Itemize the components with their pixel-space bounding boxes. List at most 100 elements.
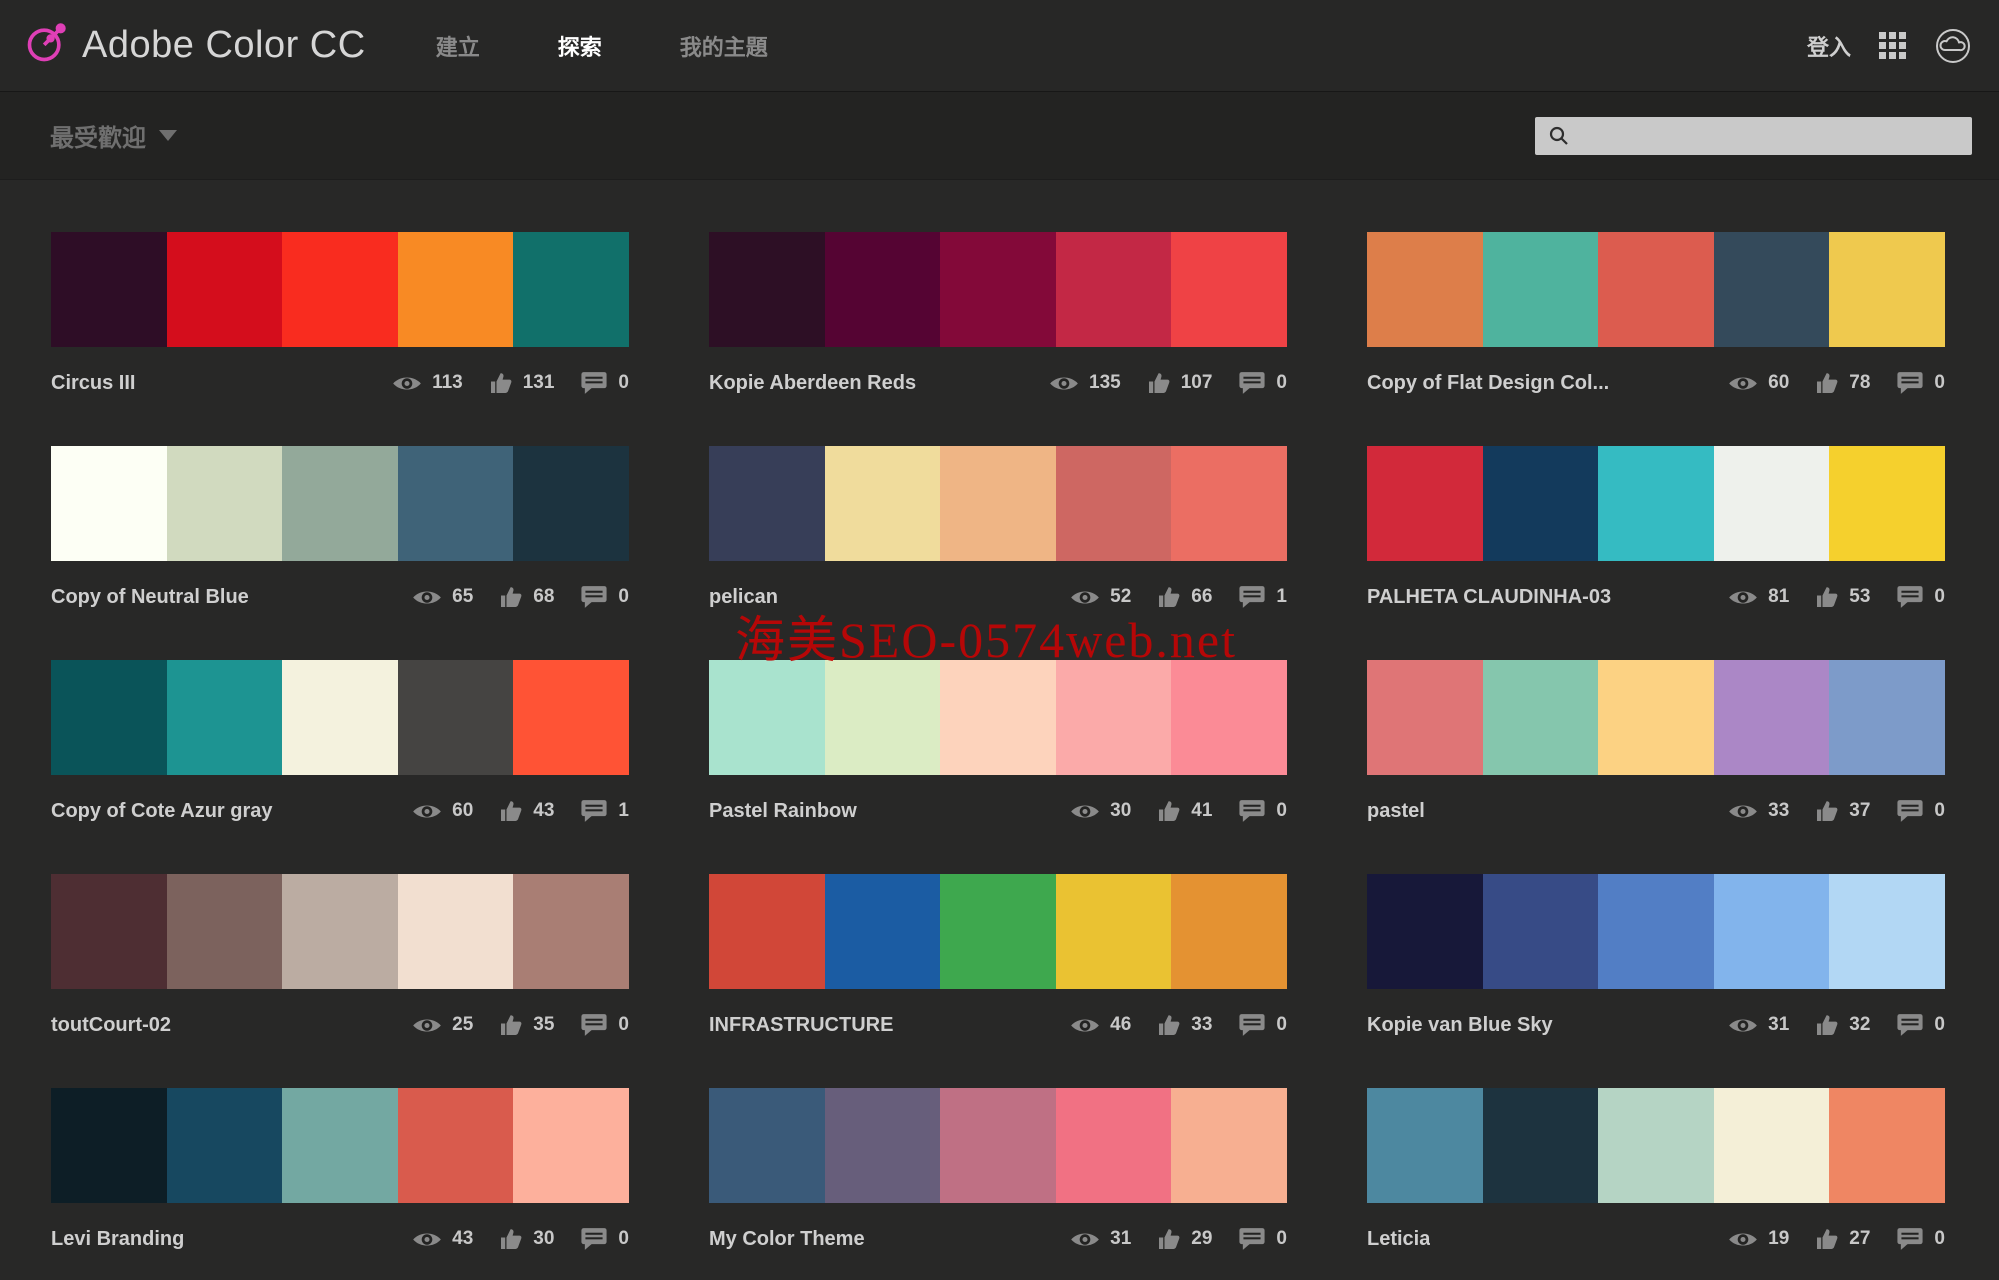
palette-card[interactable]: Copy of Neutral Blue 65 68 [51,446,629,611]
swatch[interactable] [940,1088,1056,1203]
palette-card[interactable]: Circus III 113 131 [51,232,629,397]
swatch[interactable] [1171,446,1287,561]
swatch[interactable] [1367,1088,1483,1203]
palette-card[interactable]: Copy of Cote Azur gray 60 43 [51,660,629,825]
palette-card[interactable]: pelican 52 66 [709,446,1287,611]
creative-cloud-icon[interactable] [1935,28,1971,64]
swatch[interactable] [513,232,629,347]
swatch-row[interactable] [51,874,629,989]
palette-card[interactable]: toutCourt-02 25 35 [51,874,629,1039]
likes-stat[interactable]: 107 [1147,371,1213,395]
palette-title[interactable]: pelican [709,586,778,609]
swatch[interactable] [1598,1088,1714,1203]
palette-card[interactable]: INFRASTRUCTURE 46 33 [709,874,1287,1039]
comments-stat[interactable]: 0 [1896,799,1945,823]
swatch[interactable] [282,874,398,989]
likes-stat[interactable]: 30 [499,1227,554,1251]
likes-stat[interactable]: 66 [1157,585,1212,609]
swatch-row[interactable] [709,232,1287,347]
comments-stat[interactable]: 0 [1238,799,1287,823]
palette-card[interactable]: pastel 33 37 [1367,660,1945,825]
swatch[interactable] [513,660,629,775]
palette-title[interactable]: Circus III [51,372,135,395]
swatch[interactable] [282,446,398,561]
swatch-row[interactable] [51,1088,629,1203]
swatch[interactable] [709,446,825,561]
comments-stat[interactable]: 1 [1238,585,1287,609]
palette-card[interactable]: My Color Theme 31 29 [709,1088,1287,1253]
likes-stat[interactable]: 78 [1815,371,1870,395]
swatch[interactable] [940,660,1056,775]
palette-title[interactable]: Copy of Neutral Blue [51,586,249,609]
swatch[interactable] [1598,446,1714,561]
swatch[interactable] [1367,232,1483,347]
likes-stat[interactable]: 33 [1157,1013,1212,1037]
swatch[interactable] [167,1088,283,1203]
comments-stat[interactable]: 0 [580,585,629,609]
swatch-row[interactable] [709,446,1287,561]
comments-stat[interactable]: 0 [1238,1227,1287,1251]
palette-card[interactable]: Leticia 19 27 [1367,1088,1945,1253]
swatch[interactable] [709,1088,825,1203]
swatch-row[interactable] [709,874,1287,989]
swatch-row[interactable] [1367,446,1945,561]
swatch[interactable] [1171,874,1287,989]
swatch-row[interactable] [709,660,1287,775]
swatch[interactable] [1598,660,1714,775]
swatch[interactable] [51,232,167,347]
comments-stat[interactable]: 0 [1896,585,1945,609]
swatch[interactable] [1483,232,1599,347]
nav-item-explore[interactable]: 探索 [558,30,602,62]
swatch[interactable] [51,446,167,561]
swatch[interactable] [1714,874,1830,989]
likes-stat[interactable]: 27 [1815,1227,1870,1251]
swatch[interactable] [709,660,825,775]
swatch[interactable] [167,446,283,561]
swatch[interactable] [1483,1088,1599,1203]
likes-stat[interactable]: 37 [1815,799,1870,823]
palette-card[interactable]: Pastel Rainbow 30 41 [709,660,1287,825]
swatch[interactable] [398,232,514,347]
swatch[interactable] [1483,874,1599,989]
swatch[interactable] [1714,446,1830,561]
swatch[interactable] [51,1088,167,1203]
swatch[interactable] [709,232,825,347]
swatch[interactable] [1483,660,1599,775]
palette-title[interactable]: Copy of Flat Design Col... [1367,372,1609,395]
palette-card[interactable]: PALHETA CLAUDINHA-03 81 53 [1367,446,1945,611]
swatch[interactable] [167,660,283,775]
swatch[interactable] [398,874,514,989]
swatch-row[interactable] [1367,232,1945,347]
swatch[interactable] [282,660,398,775]
likes-stat[interactable]: 43 [499,799,554,823]
swatch[interactable] [1829,660,1945,775]
swatch[interactable] [825,874,941,989]
swatch[interactable] [1483,446,1599,561]
palette-title[interactable]: INFRASTRUCTURE [709,1014,893,1037]
palette-title[interactable]: Kopie Aberdeen Reds [709,372,916,395]
swatch-row[interactable] [709,1088,1287,1203]
swatch[interactable] [51,660,167,775]
palette-card[interactable]: Kopie Aberdeen Reds 135 107 [709,232,1287,397]
swatch[interactable] [1171,660,1287,775]
palette-card[interactable]: Copy of Flat Design Col... 60 78 [1367,232,1945,397]
swatch[interactable] [1056,660,1172,775]
sort-dropdown[interactable]: 最受歡迎 [50,118,177,153]
swatch[interactable] [1171,232,1287,347]
swatch[interactable] [825,232,941,347]
swatch[interactable] [825,446,941,561]
swatch[interactable] [513,446,629,561]
sign-in-button[interactable]: 登入 [1807,30,1851,62]
likes-stat[interactable]: 29 [1157,1227,1212,1251]
swatch[interactable] [1367,446,1483,561]
palette-title[interactable]: PALHETA CLAUDINHA-03 [1367,586,1611,609]
apps-grid-icon[interactable] [1879,32,1907,60]
swatch[interactable] [1367,660,1483,775]
swatch[interactable] [51,874,167,989]
swatch[interactable] [167,874,283,989]
swatch-row[interactable] [1367,1088,1945,1203]
swatch[interactable] [1829,874,1945,989]
swatch-row[interactable] [51,660,629,775]
palette-title[interactable]: toutCourt-02 [51,1014,171,1037]
swatch-row[interactable] [51,446,629,561]
